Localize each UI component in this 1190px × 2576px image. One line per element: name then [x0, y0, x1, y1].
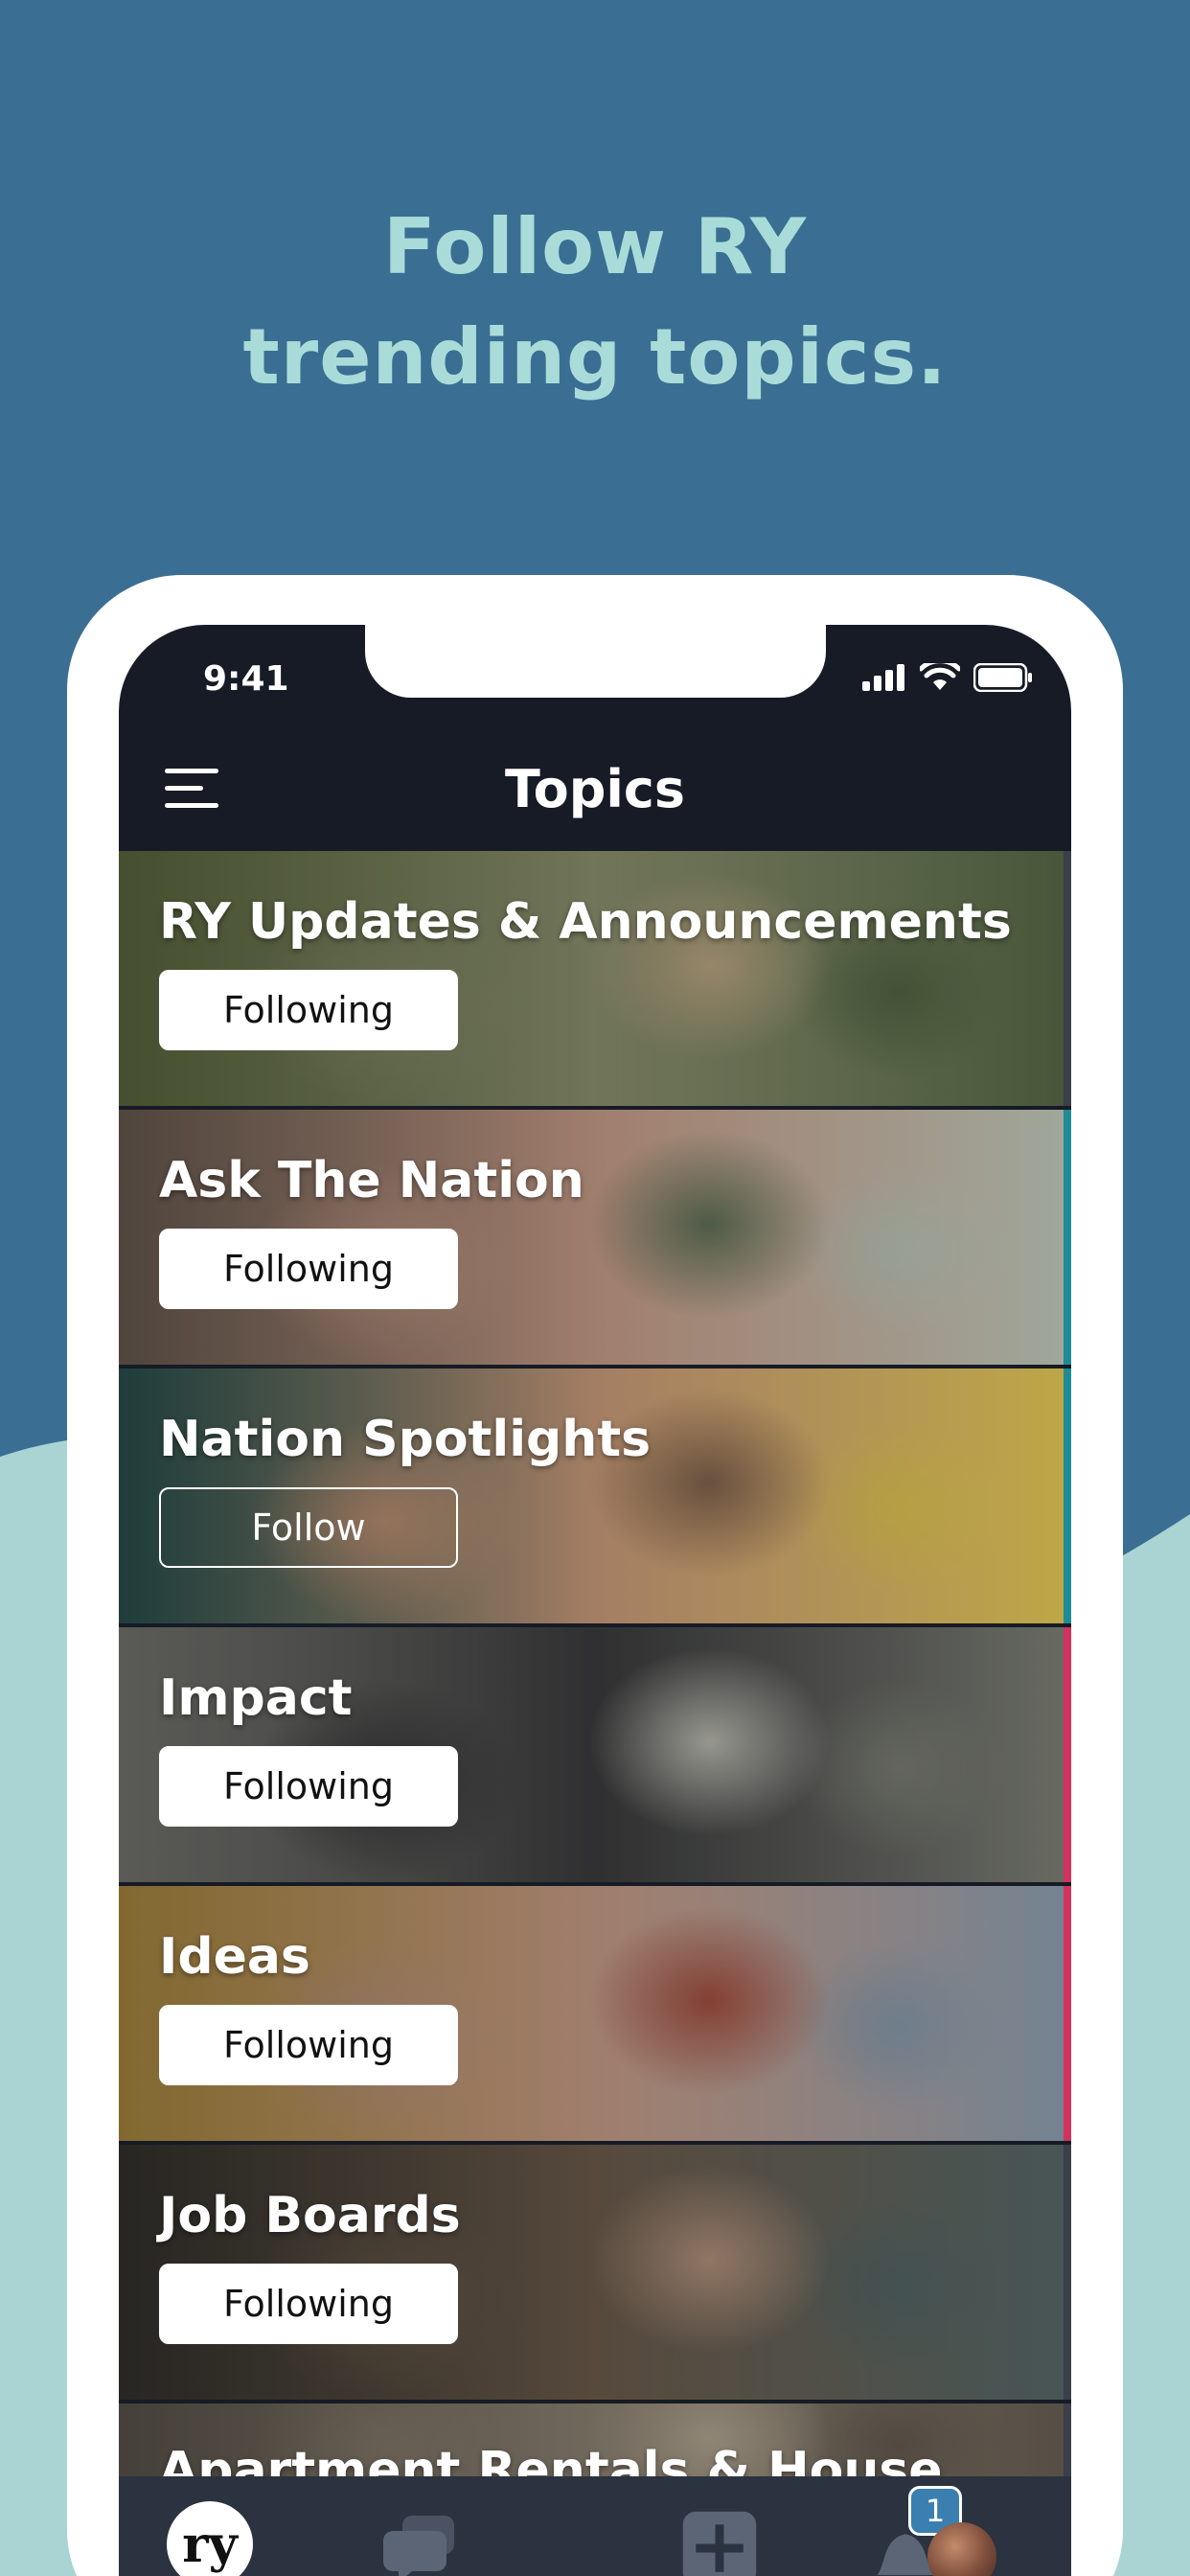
topic-title: Ideas [159, 1928, 310, 1986]
topic-title: Impact [159, 1669, 353, 1727]
ry-logo-icon[interactable]: ry [167, 2501, 253, 2576]
following-button[interactable]: Following [159, 2264, 458, 2344]
topic-row[interactable]: Ideas Following [119, 1886, 1071, 2141]
headline: Follow RY trending topics. [0, 192, 1190, 412]
app-screen: 9:41 Topics RY Updates & Announcements Fo… [119, 625, 1071, 2576]
topic-row[interactable]: Ask The Nation Following [119, 1110, 1071, 1365]
tab-bar: ry 1 [119, 2476, 1071, 2576]
following-button[interactable]: Following [159, 1229, 458, 1309]
topic-accent-bar [1064, 2145, 1071, 2400]
topic-row[interactable]: RY Updates & Announcements Following [119, 851, 1071, 1106]
topic-accent-bar [1064, 1110, 1071, 1365]
topic-accent-bar [1064, 851, 1071, 1106]
signal-icon [862, 664, 904, 691]
battery-icon [973, 663, 1032, 692]
topic-accent-bar [1064, 1627, 1071, 1882]
navbar: Topics [119, 730, 1071, 853]
topic-row[interactable]: Impact Following [119, 1627, 1071, 1882]
wifi-icon [920, 663, 960, 690]
following-button[interactable]: Following [159, 2005, 458, 2085]
topics-list: RY Updates & Announcements Following Ask T… [119, 851, 1071, 2484]
topic-title: Job Boards [159, 2187, 461, 2244]
add-post-icon[interactable] [676, 2505, 763, 2576]
status-time: 9:41 [203, 659, 289, 699]
topic-row[interactable]: Job Boards Following [119, 2145, 1071, 2400]
headline-line-1: Follow RY [382, 202, 808, 291]
topic-row[interactable]: Nation Spotlights Follow [119, 1368, 1071, 1623]
phone-notch [365, 625, 826, 698]
following-button[interactable]: Following [159, 1746, 458, 1827]
page-title: Topics [504, 759, 686, 819]
topic-accent-bar [1064, 2404, 1071, 2480]
profile-avatar[interactable] [927, 2522, 996, 2576]
topic-accent-bar [1064, 1368, 1071, 1623]
topic-title: Apartment Rentals & House [159, 2442, 943, 2480]
follow-button[interactable]: Follow [159, 1487, 458, 1568]
topic-row[interactable]: Apartment Rentals & House [119, 2404, 1071, 2480]
status-icons [862, 663, 1033, 692]
topic-title: RY Updates & Announcements [159, 893, 1012, 951]
chat-icon[interactable] [379, 2505, 466, 2576]
headline-line-2: trending topics. [242, 312, 948, 402]
topic-title: Ask The Nation [159, 1152, 584, 1209]
topic-title: Nation Spotlights [159, 1411, 652, 1468]
topic-accent-bar [1064, 1886, 1071, 2141]
following-button[interactable]: Following [159, 970, 458, 1050]
